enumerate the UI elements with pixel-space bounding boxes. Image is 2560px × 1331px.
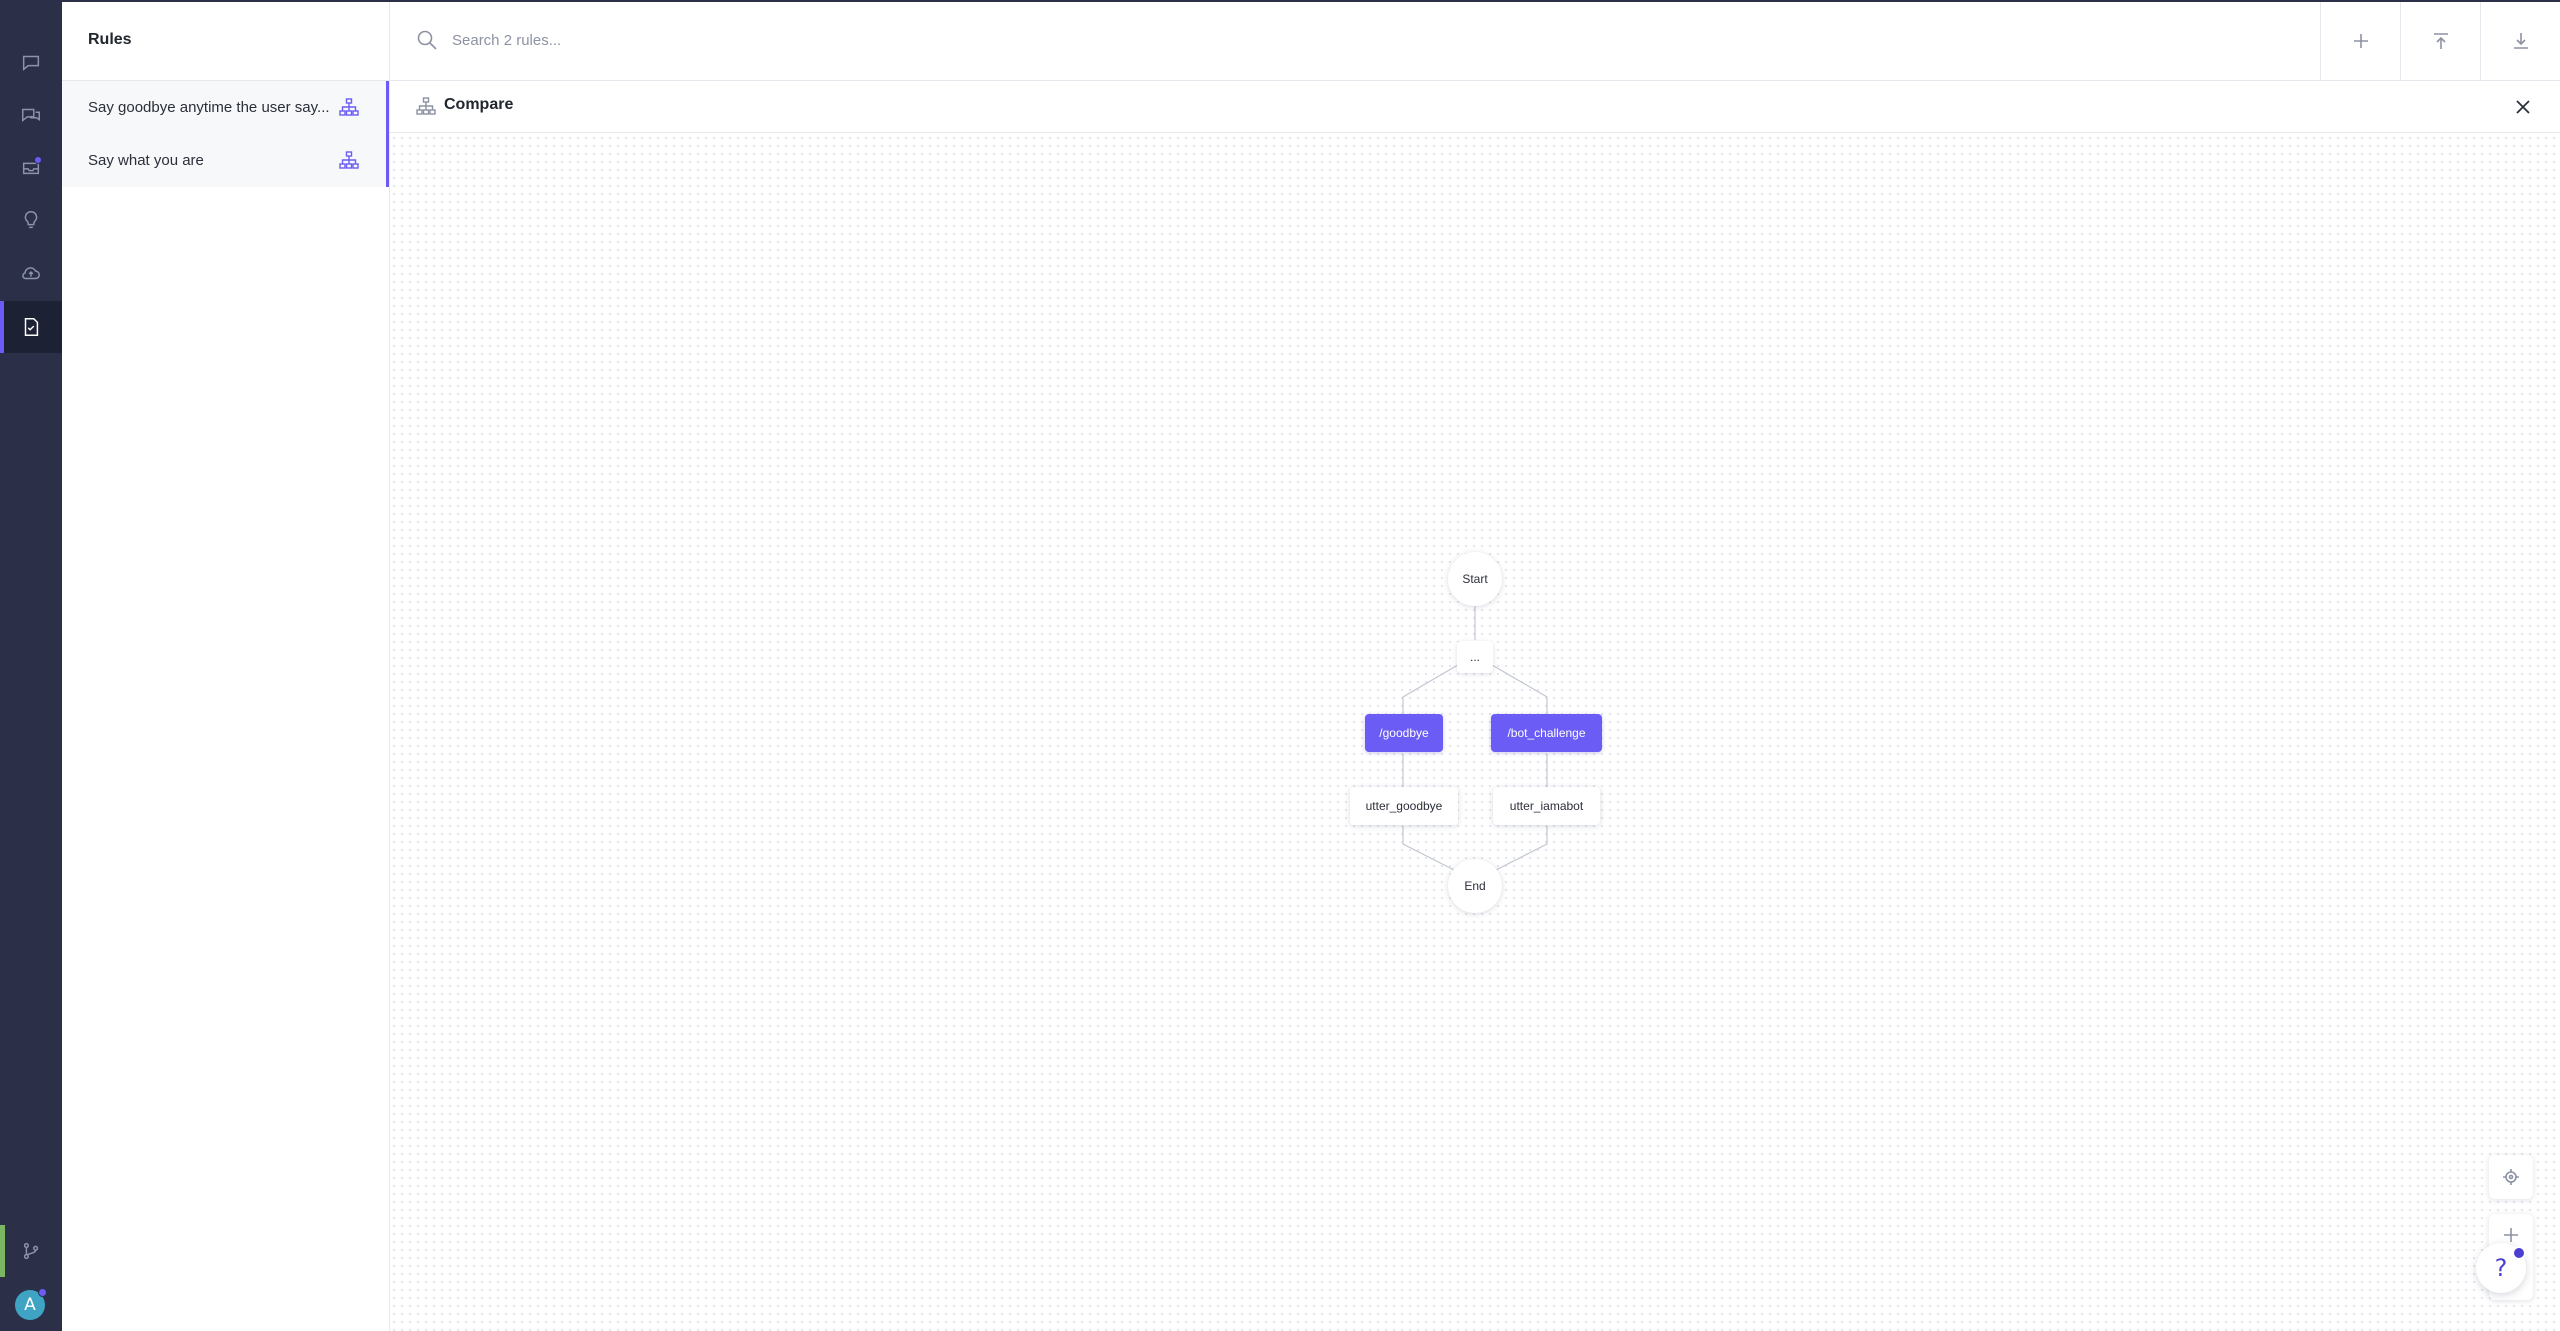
cloud-icon: [22, 267, 40, 280]
tree-icon: [416, 97, 436, 115]
ellipsis-node[interactable]: ...: [1457, 641, 1493, 673]
compare-header: Compare: [390, 81, 2560, 133]
chat-bubbles-icon: [22, 108, 40, 123]
search-input[interactable]: [452, 24, 1352, 56]
action-node-utter-goodbye[interactable]: utter_goodbye: [1350, 787, 1458, 825]
plus-icon: [2353, 33, 2368, 48]
add-rule-button[interactable]: [2320, 0, 2400, 81]
nav-rules[interactable]: [0, 301, 62, 353]
action-node-utter-iamabot[interactable]: utter_iamabot: [1493, 787, 1600, 825]
crosshair-icon: [2503, 1169, 2519, 1185]
chat-bubble-icon: [22, 55, 40, 71]
rules-document-icon: [24, 318, 39, 336]
nav-chat[interactable]: [0, 89, 62, 141]
plus-icon: [2504, 1228, 2518, 1242]
top-divider: [0, 0, 2560, 2]
download-icon: [2513, 32, 2528, 49]
notification-dot: [34, 156, 42, 164]
download-button[interactable]: [2480, 0, 2560, 81]
git-branch-icon: [23, 1242, 39, 1260]
lightbulb-icon: [24, 211, 38, 229]
rules-sidebar: Rules Say goodbye anytime the user say..…: [62, 0, 390, 1331]
app-root: A Rules Say goodbye anytime the user say…: [0, 0, 2560, 1331]
tree-icon[interactable]: [339, 98, 359, 116]
close-button[interactable]: [2512, 96, 2534, 118]
rule-item-label: Say goodbye anytime the user say...: [88, 99, 330, 116]
upload-button[interactable]: [2400, 0, 2480, 81]
upload-icon: [2433, 32, 2448, 49]
nav-git[interactable]: [0, 1225, 62, 1277]
close-icon: [2516, 100, 2530, 114]
rule-item[interactable]: Say what you are: [62, 134, 389, 187]
tree-icon[interactable]: [339, 151, 359, 169]
end-node[interactable]: End: [1448, 859, 1502, 913]
recenter-button[interactable]: [2489, 1155, 2533, 1199]
sidebar-title: Rules: [62, 0, 389, 81]
start-node[interactable]: Start: [1448, 552, 1502, 606]
avatar-status-dot: [38, 1288, 47, 1297]
intent-node-goodbye[interactable]: /goodbye: [1365, 714, 1443, 752]
top-bar: [390, 0, 2560, 81]
graph-edges: [1402, 606, 1548, 873]
rule-graph: Start ... /goodbye /bot_challenge utter_…: [390, 134, 2560, 1331]
nav-insights[interactable]: [0, 194, 62, 246]
graph-canvas[interactable]: Start ... /goodbye /bot_challenge utter_…: [390, 134, 2560, 1331]
rule-item-label: Say what you are: [88, 152, 204, 169]
compare-title: Compare: [444, 96, 514, 113]
rule-item[interactable]: Say goodbye anytime the user say...: [62, 81, 389, 134]
help-notification-dot: [2512, 1246, 2526, 1260]
nav-rail: [0, 0, 62, 1331]
nav-conversations[interactable]: [0, 36, 62, 88]
intent-node-bot-challenge[interactable]: /bot_challenge: [1491, 714, 1602, 752]
search-icon: [416, 29, 438, 51]
nav-deploy[interactable]: [0, 247, 62, 299]
nav-training[interactable]: [0, 141, 62, 193]
